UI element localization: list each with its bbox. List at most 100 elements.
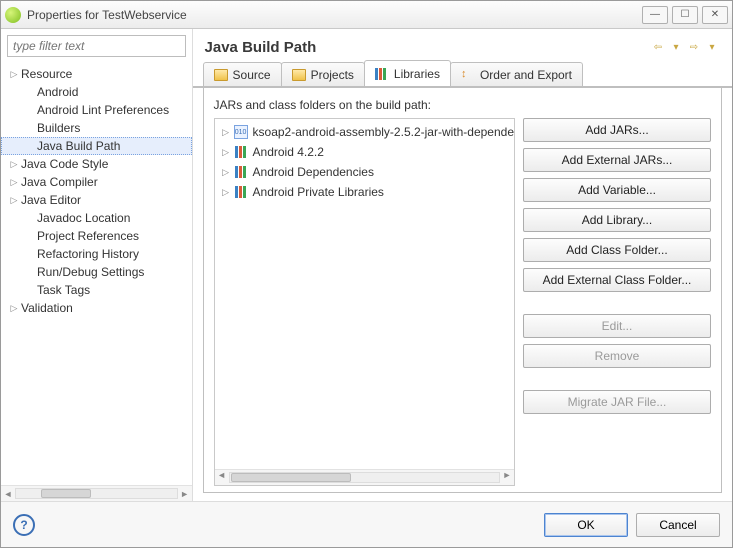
add-variable-button[interactable]: Add Variable... [523, 178, 711, 202]
tree-item-label: Java Build Path [37, 139, 120, 153]
minimize-button[interactable]: — [642, 6, 668, 24]
forward-menu-icon[interactable]: ▾ [704, 40, 720, 56]
libraries-content: ▷010ksoap2-android-assembly-2.5.2-jar-wi… [214, 118, 711, 486]
expand-icon[interactable]: ▷ [219, 167, 233, 178]
back-icon[interactable]: ⇦ [650, 40, 666, 56]
tree-item-resource[interactable]: ▷Resource [1, 65, 192, 83]
tree-item-project-references[interactable]: Project References [1, 227, 192, 245]
filter-input[interactable] [13, 39, 180, 53]
add-class-folder-button[interactable]: Add Class Folder... [523, 238, 711, 262]
library-item[interactable]: ▷010ksoap2-android-assembly-2.5.2-jar-wi… [215, 122, 514, 142]
forward-icon[interactable]: ⇨ [686, 40, 702, 56]
tree-item-label: Java Compiler [21, 175, 98, 189]
library-item-label: Android Dependencies [253, 165, 374, 179]
tab-label: Projects [311, 68, 354, 82]
library-item-label: ksoap2-android-assembly-2.5.2-jar-with-d… [253, 125, 514, 139]
scroll-right-icon[interactable]: ► [500, 470, 514, 480]
history-nav: ⇦ ▾ ⇨ ▾ [650, 40, 720, 56]
maximize-button[interactable]: ☐ [672, 6, 698, 24]
libraries-list[interactable]: ▷010ksoap2-android-assembly-2.5.2-jar-wi… [214, 118, 515, 486]
scroll-thumb[interactable] [41, 489, 91, 498]
build-path-tabs: Source Projects Libraries ↕ Order and Ex… [193, 62, 732, 88]
scroll-right-icon[interactable]: ► [178, 489, 192, 499]
expand-icon[interactable]: ▷ [219, 147, 233, 158]
library-item[interactable]: ▷ Android 4.2.2 [215, 142, 514, 162]
expand-icon[interactable]: ▷ [219, 127, 233, 138]
back-menu-icon[interactable]: ▾ [668, 40, 684, 56]
library-item-label: Android 4.2.2 [253, 145, 324, 159]
main-panel: Java Build Path ⇦ ▾ ⇨ ▾ Source Projects [193, 29, 732, 501]
properties-dialog: Properties for TestWebservice — ☐ ✕ ▷Res… [0, 0, 733, 548]
order-icon: ↕ [461, 69, 475, 81]
folder-icon [214, 69, 228, 81]
tree-item-builders[interactable]: Builders [1, 119, 192, 137]
scroll-left-icon[interactable]: ◄ [215, 470, 229, 480]
list-horizontal-scrollbar[interactable]: ◄ ► [215, 469, 514, 485]
close-button[interactable]: ✕ [702, 6, 728, 24]
add-library-button[interactable]: Add Library... [523, 208, 711, 232]
tree-item-refactoring-history[interactable]: Refactoring History [1, 245, 192, 263]
scroll-track[interactable] [15, 488, 178, 499]
expand-icon[interactable]: ▷ [7, 177, 21, 188]
libraries-list-inner: ▷010ksoap2-android-assembly-2.5.2-jar-wi… [215, 119, 514, 469]
tab-label: Source [233, 68, 271, 82]
remove-button: Remove [523, 344, 711, 368]
expand-icon[interactable]: ▷ [7, 195, 21, 206]
library-item[interactable]: ▷ Android Private Libraries [215, 182, 514, 202]
libraries-description: JARs and class folders on the build path… [214, 98, 711, 112]
tab-label: Libraries [394, 67, 440, 81]
expand-icon[interactable]: ▷ [219, 187, 233, 198]
tab-projects[interactable]: Projects [281, 62, 365, 86]
library-icon [233, 185, 249, 199]
tree-item-javadoc-location[interactable]: Javadoc Location [1, 209, 192, 227]
tab-source[interactable]: Source [203, 62, 282, 86]
library-item-label: Android Private Libraries [253, 185, 384, 199]
tree-item-android-lint-preferences[interactable]: Android Lint Preferences [1, 101, 192, 119]
tree-item-java-build-path[interactable]: Java Build Path [1, 137, 192, 155]
page-header: Java Build Path ⇦ ▾ ⇨ ▾ [193, 29, 732, 62]
tree-item-java-compiler[interactable]: ▷Java Compiler [1, 173, 192, 191]
tab-libraries[interactable]: Libraries [364, 60, 451, 86]
tree-item-label: Run/Debug Settings [37, 265, 144, 279]
category-tree[interactable]: ▷ResourceAndroidAndroid Lint Preferences… [1, 63, 192, 485]
tree-item-label: Android [37, 85, 78, 99]
add-external-class-folder-button[interactable]: Add External Class Folder... [523, 268, 711, 292]
button-spacer [523, 298, 711, 308]
cancel-button[interactable]: Cancel [636, 513, 720, 537]
filter-field[interactable] [7, 35, 186, 57]
tree-item-java-editor[interactable]: ▷Java Editor [1, 191, 192, 209]
tree-item-run-debug-settings[interactable]: Run/Debug Settings [1, 263, 192, 281]
add-jars-button[interactable]: Add JARs... [523, 118, 711, 142]
library-item[interactable]: ▷ Android Dependencies [215, 162, 514, 182]
tree-item-label: Java Editor [21, 193, 81, 207]
expand-icon[interactable]: ▷ [7, 69, 21, 80]
sidebar-horizontal-scrollbar[interactable]: ◄ ► [1, 485, 192, 501]
libraries-tab-panel: JARs and class folders on the build path… [203, 88, 722, 493]
tab-label: Order and Export [480, 68, 572, 82]
scroll-thumb[interactable] [231, 473, 351, 482]
dialog-footer: ? OK Cancel [1, 501, 732, 547]
app-icon [5, 7, 21, 23]
tab-order-export[interactable]: ↕ Order and Export [450, 62, 583, 86]
category-sidebar: ▷ResourceAndroidAndroid Lint Preferences… [1, 29, 193, 501]
expand-icon[interactable]: ▷ [7, 159, 21, 170]
tree-item-label: Builders [37, 121, 80, 135]
window-title: Properties for TestWebservice [27, 8, 642, 22]
tree-item-java-code-style[interactable]: ▷Java Code Style [1, 155, 192, 173]
expand-icon[interactable]: ▷ [7, 303, 21, 314]
tree-item-label: Refactoring History [37, 247, 139, 261]
help-button[interactable]: ? [13, 514, 35, 536]
add-external-jars-button[interactable]: Add External JARs... [523, 148, 711, 172]
scroll-left-icon[interactable]: ◄ [1, 489, 15, 499]
library-icon [375, 68, 389, 80]
ok-button[interactable]: OK [544, 513, 628, 537]
tree-item-android[interactable]: Android [1, 83, 192, 101]
library-icon [233, 165, 249, 179]
tree-item-label: Resource [21, 67, 72, 81]
tree-item-label: Validation [21, 301, 73, 315]
window-controls: — ☐ ✕ [642, 6, 728, 24]
tree-item-task-tags[interactable]: Task Tags [1, 281, 192, 299]
libraries-button-column: Add JARs... Add External JARs... Add Var… [523, 118, 711, 486]
tree-item-validation[interactable]: ▷Validation [1, 299, 192, 317]
library-icon [233, 145, 249, 159]
